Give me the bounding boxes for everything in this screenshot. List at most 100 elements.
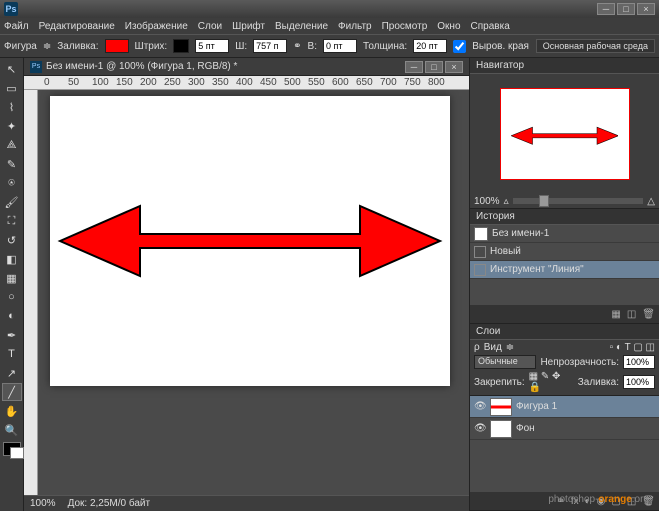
navigator-thumbnail[interactable] [500,88,630,180]
canvas-viewport[interactable] [38,90,469,495]
menubar: Файл Редактирование Изображение Слои Шри… [0,18,659,34]
menu-window[interactable]: Окно [437,21,460,32]
menu-type[interactable]: Шрифт [232,21,265,32]
zoom-level[interactable]: 100% [30,498,56,509]
maximize-button[interactable]: □ [617,3,635,15]
doc-icon: Ps [30,61,42,73]
layer-name[interactable]: Фон [516,423,535,434]
zoom-out-icon[interactable]: ▵ [504,196,509,207]
blend-mode-select[interactable]: Обычные [474,355,536,369]
link-wh-icon[interactable]: ⚭ [293,41,301,52]
lock-icons[interactable]: ▦ ✎ ✥ 🔒 [529,371,574,393]
menu-filter[interactable]: Фильтр [338,21,372,32]
menu-select[interactable]: Выделение [275,21,328,32]
toolbox: ↖ ▭ ⌇ ✦ ⟁ ✎ ⍟ 🖌 ⛶ ↺ ◧ ▦ ○ ◐ ✒ T ↗ ╱ ✋ 🔍 [0,58,24,511]
gradient-tool[interactable]: ▦ [2,269,22,287]
eyedropper-tool[interactable]: ✎ [2,155,22,173]
document-tab[interactable]: Ps Без имени-1 @ 100% (Фигура 1, RGB/8) … [24,58,469,76]
nav-zoom[interactable]: 100% [474,196,500,207]
heal-tool[interactable]: ⍟ [2,174,22,192]
layer-row[interactable]: 👁 Фигура 1 [470,396,659,418]
pen-tool[interactable]: ✒ [2,326,22,344]
fill-label: Заливка: [578,377,619,388]
height-input[interactable] [323,39,357,53]
history-brush-tool[interactable]: ↺ [2,231,22,249]
doc-info[interactable]: Док: 2,25M/0 байт [68,498,151,509]
history-step-label: Инструмент "Линия" [490,264,584,275]
opacity-label: Непрозрачность: [540,357,619,368]
eraser-tool[interactable]: ◧ [2,250,22,268]
hand-tool[interactable]: ✋ [2,402,22,420]
status-bar: 100% Док: 2,25M/0 байт [24,495,469,511]
history-step[interactable]: Новый [470,243,659,261]
shape-mode-select[interactable]: Фигура [4,41,37,52]
menu-view[interactable]: Просмотр [382,21,428,32]
navigator-body[interactable] [470,74,659,194]
thickness-input[interactable] [413,39,447,53]
menu-help[interactable]: Справка [471,21,510,32]
layer-row[interactable]: 👁 Фон [470,418,659,440]
titlebar: Ps ─ □ × [0,0,659,18]
fill-input[interactable] [623,375,655,389]
history-step[interactable]: Инструмент "Линия" [470,261,659,279]
type-tool[interactable]: T [2,345,22,363]
stroke-swatch[interactable] [173,39,189,53]
dodge-tool[interactable]: ◐ [2,307,22,325]
app-window: Ps ─ □ × Файл Редактирование Изображение… [0,0,659,511]
delete-state-icon[interactable]: 🗑 [642,309,655,320]
zoom-in-icon[interactable]: △ [647,196,655,207]
path-tool[interactable]: ↗ [2,364,22,382]
ruler-vertical[interactable] [24,90,38,495]
stamp-tool[interactable]: ⛶ [2,212,22,230]
lasso-tool[interactable]: ⌇ [2,98,22,116]
layer-thumb[interactable] [490,398,512,416]
doc-maximize[interactable]: □ [425,61,443,73]
align-edges-check[interactable] [453,40,466,53]
zoom-tool[interactable]: 🔍 [2,421,22,439]
menu-file[interactable]: Файл [4,21,29,32]
layers-tab[interactable]: Слои [470,324,659,340]
history-snapshot[interactable]: Без имени-1 [470,225,659,243]
panels-dock: Навигатор 100% ▵ △ История [469,58,659,511]
nav-zoom-slider[interactable] [513,198,644,204]
visibility-icon[interactable]: 👁 [474,401,486,413]
move-tool[interactable]: ↖ [2,60,22,78]
visibility-icon[interactable]: 👁 [474,423,486,435]
history-step-icon [474,246,486,258]
stroke-width-input[interactable] [195,39,229,53]
workspace-selector[interactable]: Основная рабочая среда [536,39,655,53]
layer-thumb[interactable] [490,420,512,438]
line-tool[interactable]: ╱ [2,383,22,401]
ruler-horizontal[interactable]: 0501001502002503003504004505005506006507… [24,76,469,90]
new-doc-from-state-icon[interactable]: ▦ [611,309,620,320]
color-swatches[interactable] [3,442,21,456]
canvas[interactable] [50,96,450,386]
layer-filter-kind[interactable]: Вид [484,342,502,353]
navigator-tab[interactable]: Навигатор [470,58,659,74]
brush-tool[interactable]: 🖌 [2,193,22,211]
crop-tool[interactable]: ⟁ [2,136,22,154]
doc-minimize[interactable]: ─ [405,61,423,73]
width-input[interactable] [253,39,287,53]
doc-title: Без имени-1 @ 100% (Фигура 1, RGB/8) * [46,61,237,72]
fill-swatch[interactable] [105,39,129,53]
wand-tool[interactable]: ✦ [2,117,22,135]
width-label: Ш: [235,41,247,52]
options-bar: Фигура≑ Заливка: Штрих: Ш: ⚭ В: Толщина:… [0,34,659,58]
double-arrow-shape[interactable] [50,96,450,386]
history-tab[interactable]: История [470,209,659,225]
doc-close[interactable]: × [445,61,463,73]
lock-label: Закрепить: [474,377,525,388]
blur-tool[interactable]: ○ [2,288,22,306]
new-snapshot-icon[interactable]: ◫ [627,309,636,320]
minimize-button[interactable]: ─ [597,3,615,15]
menu-edit[interactable]: Редактирование [39,21,115,32]
thickness-label: Толщина: [363,41,407,52]
close-button[interactable]: × [637,3,655,15]
layer-name[interactable]: Фигура 1 [516,401,557,412]
opacity-input[interactable] [623,355,655,369]
history-step-icon [474,264,486,276]
marquee-tool[interactable]: ▭ [2,79,22,97]
menu-layers[interactable]: Слои [198,21,222,32]
menu-image[interactable]: Изображение [125,21,188,32]
